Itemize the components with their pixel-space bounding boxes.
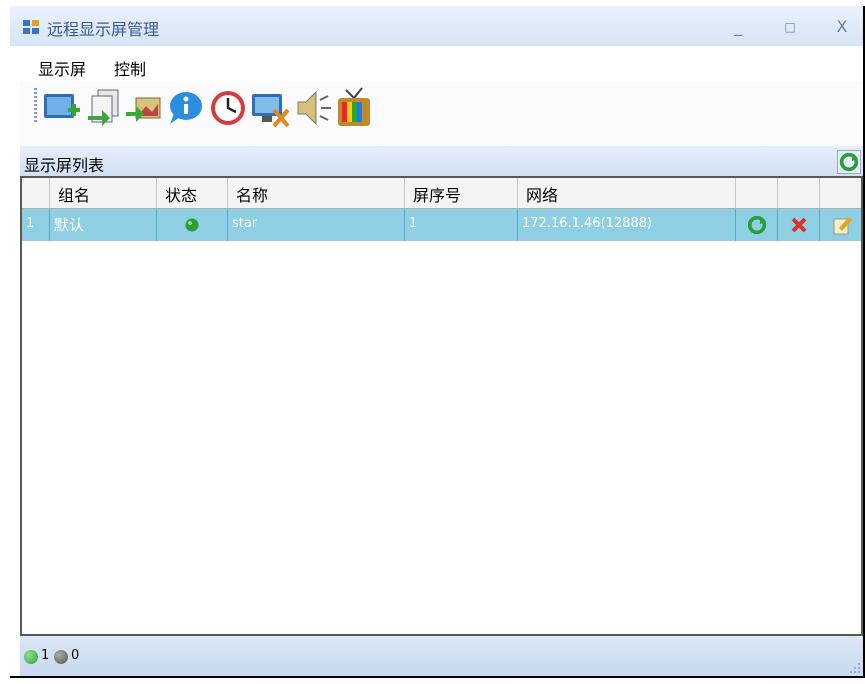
edit-settings-icon[interactable] bbox=[831, 214, 853, 236]
toolbar bbox=[20, 82, 863, 147]
status-bar: 1 0 bbox=[20, 636, 863, 676]
title-bar: 远程显示屏管理 _ □ X bbox=[10, 6, 863, 46]
toolbar-grip[interactable] bbox=[34, 88, 37, 124]
row-index: 1 bbox=[22, 209, 50, 241]
refresh-icon[interactable] bbox=[746, 214, 768, 236]
row-screen-no: 1 bbox=[405, 209, 518, 241]
tv-icon[interactable] bbox=[334, 86, 374, 130]
app-icon bbox=[23, 20, 39, 34]
send-image-icon[interactable] bbox=[124, 86, 164, 130]
grid-header-row: 组名 状态 名称 屏序号 网络 bbox=[22, 178, 861, 209]
menu-bar: 显示屏 控制 bbox=[20, 46, 863, 82]
copy-document-icon[interactable] bbox=[84, 86, 124, 130]
speaker-icon[interactable] bbox=[294, 86, 334, 130]
row-status bbox=[157, 209, 228, 241]
table-row[interactable]: 1 默认 star 1 172.16.1.46(12888) bbox=[22, 209, 861, 241]
online-count: 1 bbox=[41, 648, 50, 663]
window-content: 远程显示屏管理 _ □ X 显示屏 控制 显示屏列表 组名 状态 名称 屏序号 … bbox=[10, 6, 863, 676]
column-header-action-2 bbox=[778, 178, 820, 208]
delete-icon[interactable] bbox=[790, 216, 808, 234]
offline-count: 0 bbox=[71, 648, 80, 663]
column-header-screen-no[interactable]: 屏序号 bbox=[405, 178, 518, 208]
refresh-all-icon[interactable] bbox=[837, 150, 861, 174]
row-name: star bbox=[228, 209, 405, 241]
column-header-name[interactable]: 名称 bbox=[228, 178, 405, 208]
offline-status-icon bbox=[54, 650, 68, 664]
menu-control[interactable]: 控制 bbox=[114, 56, 146, 80]
screen-list-header: 显示屏列表 bbox=[20, 146, 863, 176]
screen-list-title: 显示屏列表 bbox=[24, 156, 105, 175]
clock-icon[interactable] bbox=[208, 86, 248, 130]
row-delete-cell bbox=[778, 209, 820, 241]
monitor-tools-icon[interactable] bbox=[250, 86, 290, 130]
maximize-button[interactable]: □ bbox=[776, 16, 804, 38]
column-header-action-1 bbox=[736, 178, 778, 208]
row-group: 默认 bbox=[50, 209, 157, 241]
close-button[interactable]: X bbox=[828, 16, 856, 38]
row-network: 172.16.1.46(12888) bbox=[518, 209, 736, 241]
column-header-index bbox=[22, 178, 50, 208]
window-title: 远程显示屏管理 bbox=[47, 20, 160, 39]
app-window: 远程显示屏管理 _ □ X 显示屏 控制 显示屏列表 组名 状态 名称 屏序号 … bbox=[10, 6, 865, 678]
minimize-button[interactable]: _ bbox=[724, 16, 752, 38]
menu-display[interactable]: 显示屏 bbox=[38, 56, 86, 80]
screen-list-grid: 组名 状态 名称 屏序号 网络 1 默认 star 1 172.16.1.46(… bbox=[20, 176, 863, 636]
column-header-action-3 bbox=[820, 178, 861, 208]
column-header-status[interactable]: 状态 bbox=[157, 178, 228, 208]
column-header-network[interactable]: 网络 bbox=[518, 178, 736, 208]
resize-grip-icon[interactable] bbox=[849, 662, 861, 674]
status-online-icon bbox=[185, 218, 199, 232]
info-bubble-icon[interactable] bbox=[164, 86, 204, 130]
row-refresh-cell bbox=[736, 209, 778, 241]
add-screen-icon[interactable] bbox=[42, 86, 82, 130]
row-edit-cell bbox=[820, 209, 861, 241]
column-header-group[interactable]: 组名 bbox=[50, 178, 157, 208]
online-status-icon bbox=[24, 650, 38, 664]
